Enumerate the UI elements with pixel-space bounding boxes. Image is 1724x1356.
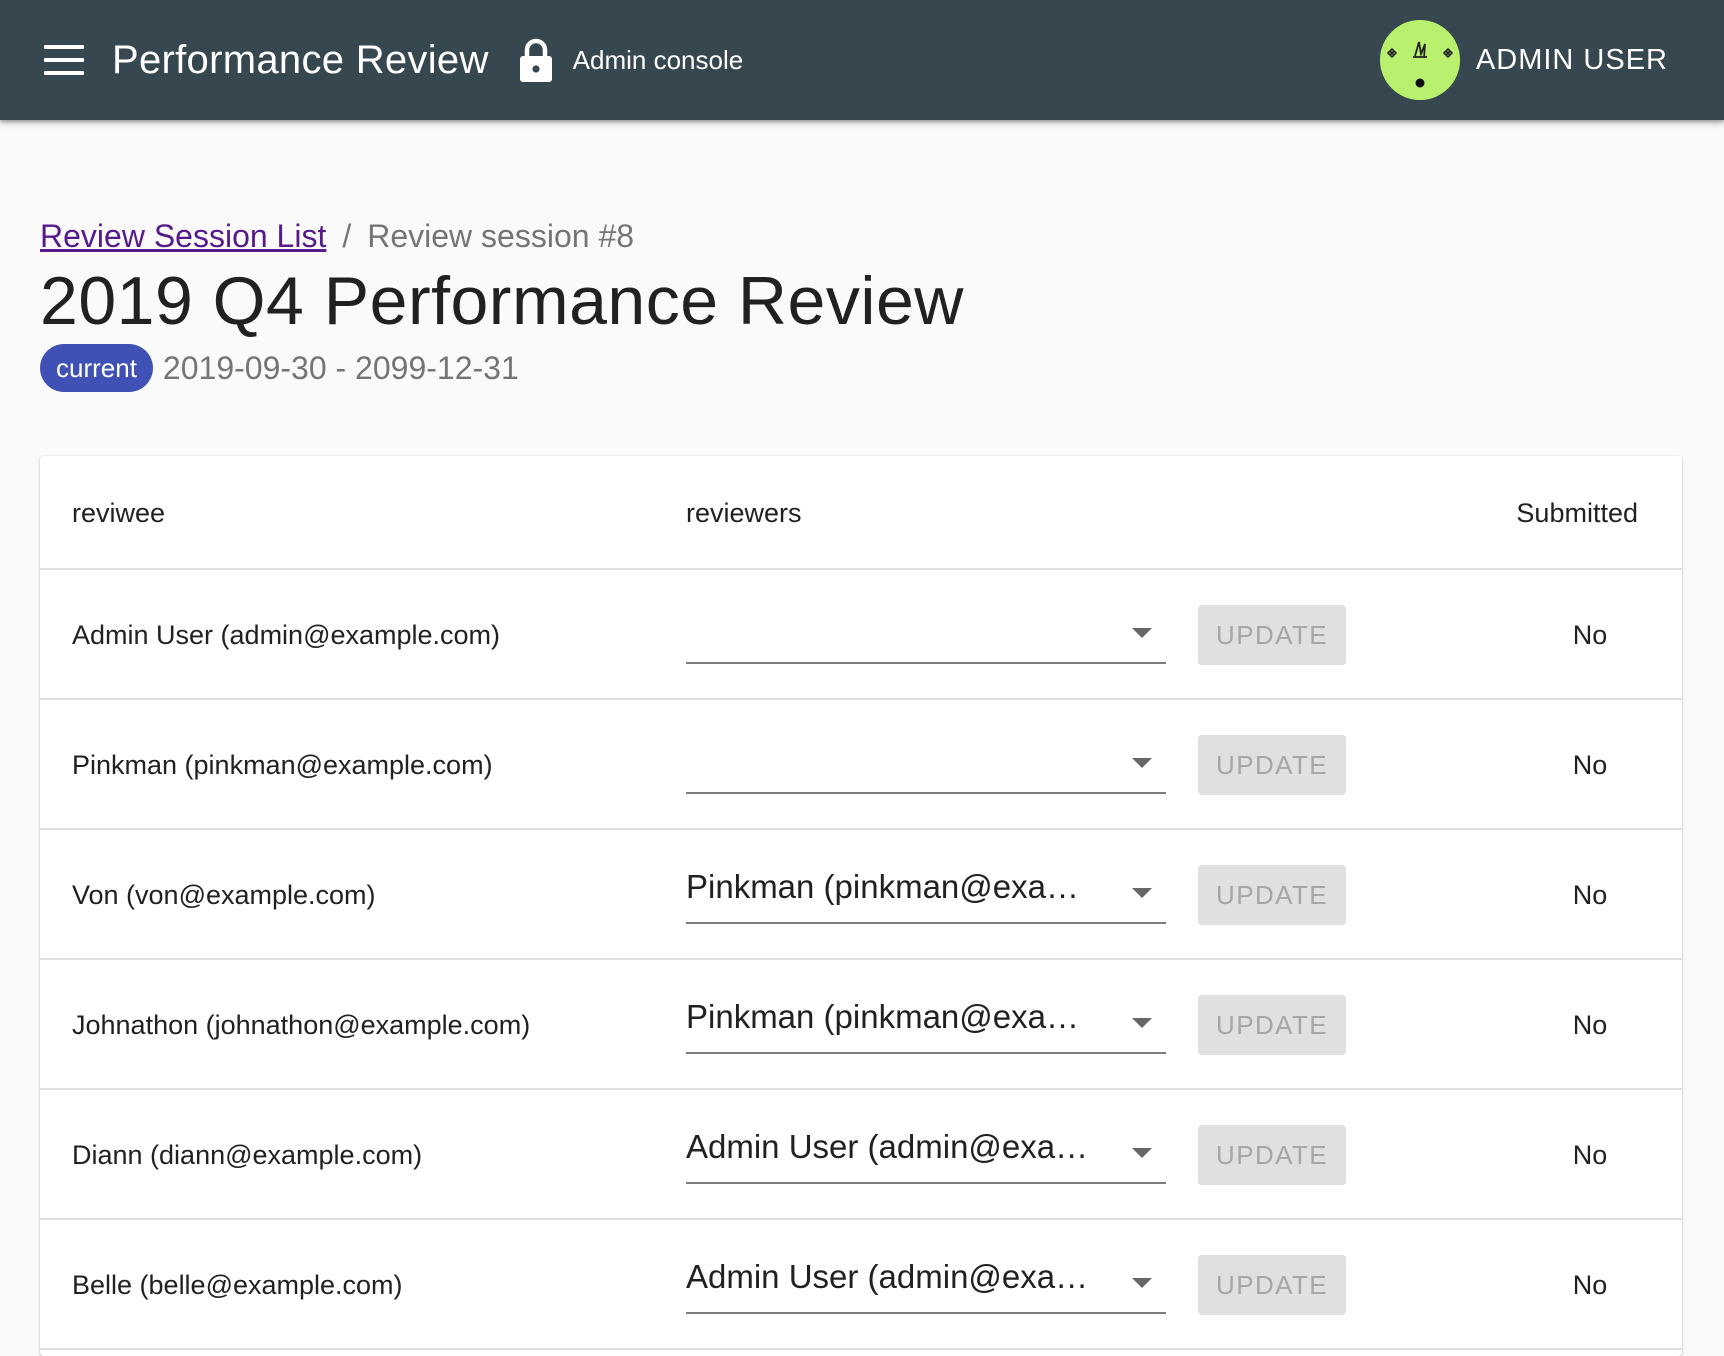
avatar-face-icon: [1379, 20, 1460, 100]
table-row: Johnathon (johnathon@example.com) Pinkma…: [40, 960, 1682, 1090]
reviewer-select[interactable]: Admin User (admin@exam…: [686, 1248, 1166, 1314]
update-button[interactable]: UPDATE: [1198, 865, 1346, 925]
reviewer-select-value: Admin User (admin@exam…: [686, 1258, 1106, 1295]
submitted-cell: No: [1572, 880, 1608, 910]
session-status-row: current 2019-09-30 - 2099-12-31: [40, 344, 519, 392]
status-badge: current: [40, 344, 153, 392]
breadcrumb-separator: /: [342, 218, 352, 254]
column-header-submitted: Submitted: [1516, 498, 1638, 528]
reviewee-cell: Pinkman (pinkman@example.com): [72, 750, 493, 780]
update-button[interactable]: UPDATE: [1198, 735, 1346, 795]
reviewee-cell: Von (von@example.com): [72, 880, 376, 910]
reviewee-cell: Belle (belle@example.com): [72, 1270, 403, 1300]
reviewer-select[interactable]: Pinkman (pinkman@exam…: [686, 988, 1166, 1054]
chevron-down-icon: [1132, 1148, 1152, 1158]
submitted-cell: No: [1572, 1140, 1608, 1170]
reviewer-select-value: Pinkman (pinkman@exam…: [686, 868, 1106, 905]
reviewer-select-value: Admin User (admin@exam…: [686, 1128, 1106, 1165]
column-header-reviewers: reviewers: [686, 498, 802, 528]
table-row: Diann (diann@example.com) Admin User (ad…: [40, 1090, 1682, 1220]
chevron-down-icon: [1132, 888, 1152, 898]
reviewee-cell: Admin User (admin@example.com): [72, 620, 501, 650]
menu-icon[interactable]: [44, 45, 84, 75]
admin-console-label: Admin console: [572, 44, 744, 75]
table-row: Belle (belle@example.com) Admin User (ad…: [40, 1220, 1682, 1350]
user-name[interactable]: ADMIN USER: [1476, 44, 1668, 77]
breadcrumb-link-session-list[interactable]: Review Session List: [40, 218, 326, 255]
table-header: reviwee reviewers Submitted: [40, 456, 1682, 570]
breadcrumb-current: Review session #8: [367, 218, 635, 254]
app-bar: Performance Review Admin console ADMIN U…: [0, 0, 1724, 120]
reviewer-select[interactable]: [686, 728, 1166, 794]
reviewer-select[interactable]: [686, 598, 1166, 664]
update-button[interactable]: UPDATE: [1198, 1255, 1346, 1315]
lock-icon: [519, 38, 552, 82]
column-header-reviewee: reviwee: [72, 498, 166, 528]
page-title: 2019 Q4 Performance Review: [40, 263, 964, 339]
update-button[interactable]: UPDATE: [1198, 995, 1346, 1055]
chevron-down-icon: [1132, 758, 1152, 768]
update-button[interactable]: UPDATE: [1198, 1125, 1346, 1185]
reviewer-select[interactable]: Admin User (admin@exam…: [686, 1118, 1166, 1184]
submitted-cell: No: [1572, 620, 1608, 650]
reviewer-select-value: Pinkman (pinkman@exam…: [686, 998, 1106, 1035]
table-row: Von (von@example.com) Pinkman (pinkman@e…: [40, 830, 1682, 960]
reviewee-cell: Diann (diann@example.com): [72, 1140, 423, 1170]
submitted-cell: No: [1572, 1270, 1608, 1300]
table-row: Pinkman (pinkman@example.com) UPDATE No: [40, 700, 1682, 830]
chevron-down-icon: [1132, 1018, 1152, 1028]
submitted-cell: No: [1572, 750, 1608, 780]
table-row: Admin User (admin@example.com) UPDATE No: [40, 570, 1682, 700]
app-title: Performance Review: [112, 37, 489, 82]
chevron-down-icon: [1132, 1278, 1152, 1288]
update-button[interactable]: UPDATE: [1198, 605, 1346, 665]
breadcrumb: Review Session List / Review session #8: [40, 218, 634, 255]
reviewee-cell: Johnathon (johnathon@example.com): [72, 1010, 531, 1040]
submitted-cell: No: [1572, 1010, 1608, 1040]
review-table: reviwee reviewers Submitted Admin User (…: [40, 456, 1682, 1356]
reviewer-select[interactable]: Pinkman (pinkman@exam…: [686, 858, 1166, 924]
date-range: 2019-09-30 - 2099-12-31: [162, 349, 519, 386]
chevron-down-icon: [1132, 628, 1152, 638]
avatar[interactable]: [1379, 20, 1460, 100]
